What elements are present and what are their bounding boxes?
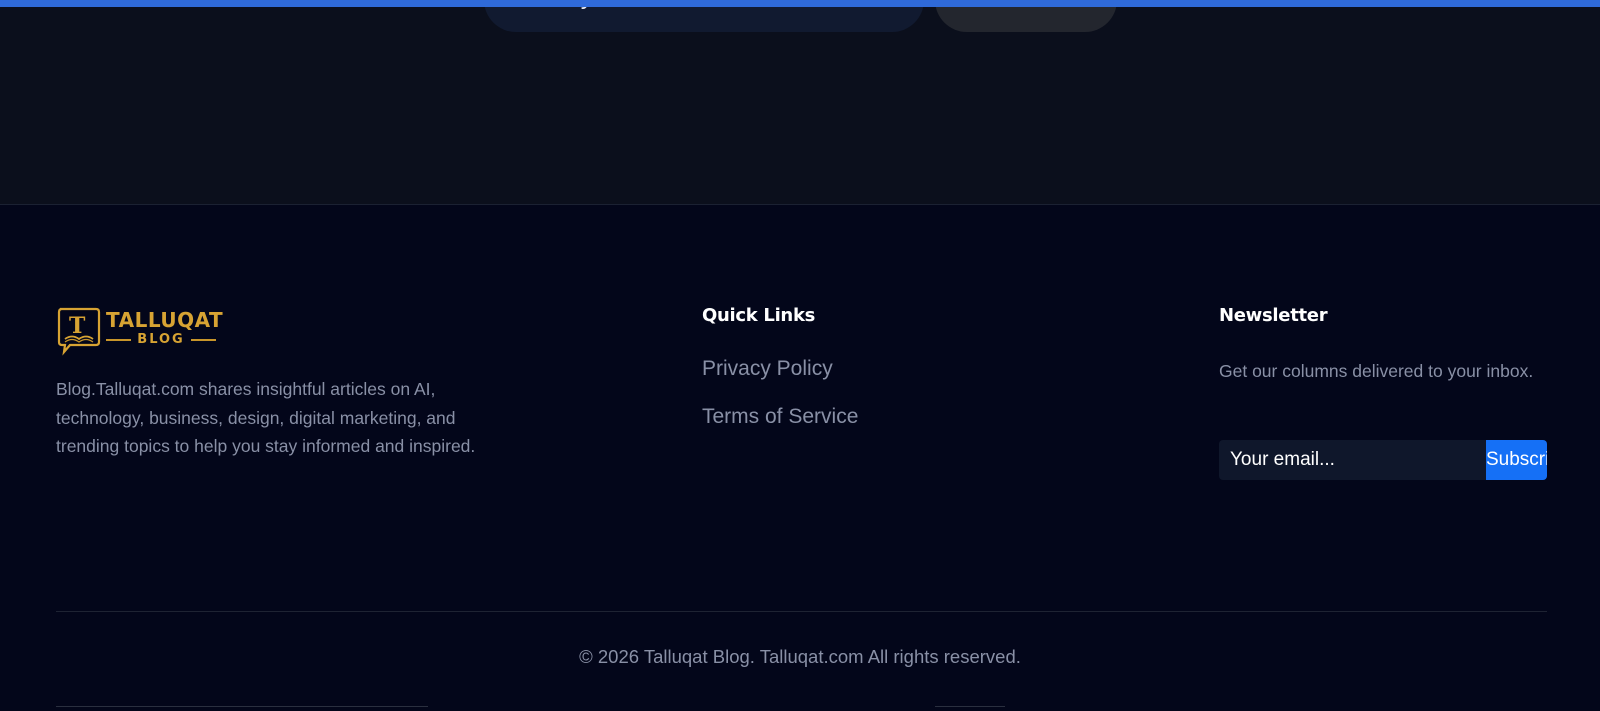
newsletter-hero-section: Enter your email address... Subscribe — [0, 0, 1600, 205]
brand-rule-right — [190, 338, 217, 341]
newsletter-email-input[interactable] — [1219, 440, 1486, 480]
footer-divider — [56, 611, 1547, 612]
bottom-partial-element-right — [935, 706, 1005, 711]
newsletter-subscribe-button[interactable]: Subscribe — [1486, 440, 1547, 480]
bottom-partial-element — [56, 706, 428, 711]
brand-logo[interactable]: T TALLUQAT BLOG — [56, 306, 236, 356]
brand-subtitle-text: BLOG — [137, 332, 185, 347]
site-footer: T TALLUQAT BLOG Blog.Talluqat.com shares… — [0, 206, 1600, 711]
book-speech-bubble-logo-icon: T — [57, 307, 101, 356]
terms-of-service-link[interactable]: Terms of Service — [702, 405, 858, 429]
quick-links-title: Quick Links — [702, 305, 816, 326]
svg-text:T: T — [69, 313, 86, 339]
top-accent-bar — [0, 0, 1600, 7]
brand-rule-left — [106, 338, 132, 341]
brand-subtitle: BLOG — [106, 332, 217, 347]
newsletter-form: Subscribe — [1219, 440, 1547, 480]
newsletter-description: Get our columns delivered to your inbox. — [1219, 361, 1534, 381]
brand-name: TALLUQAT — [106, 308, 224, 332]
about-text: Blog.Talluqat.com shares insightful arti… — [56, 379, 476, 456]
copyright-text: © 2026 Talluqat Blog. Talluqat.com All r… — [579, 646, 1021, 667]
newsletter-title: Newsletter — [1219, 305, 1328, 326]
privacy-policy-link[interactable]: Privacy Policy — [702, 357, 833, 381]
